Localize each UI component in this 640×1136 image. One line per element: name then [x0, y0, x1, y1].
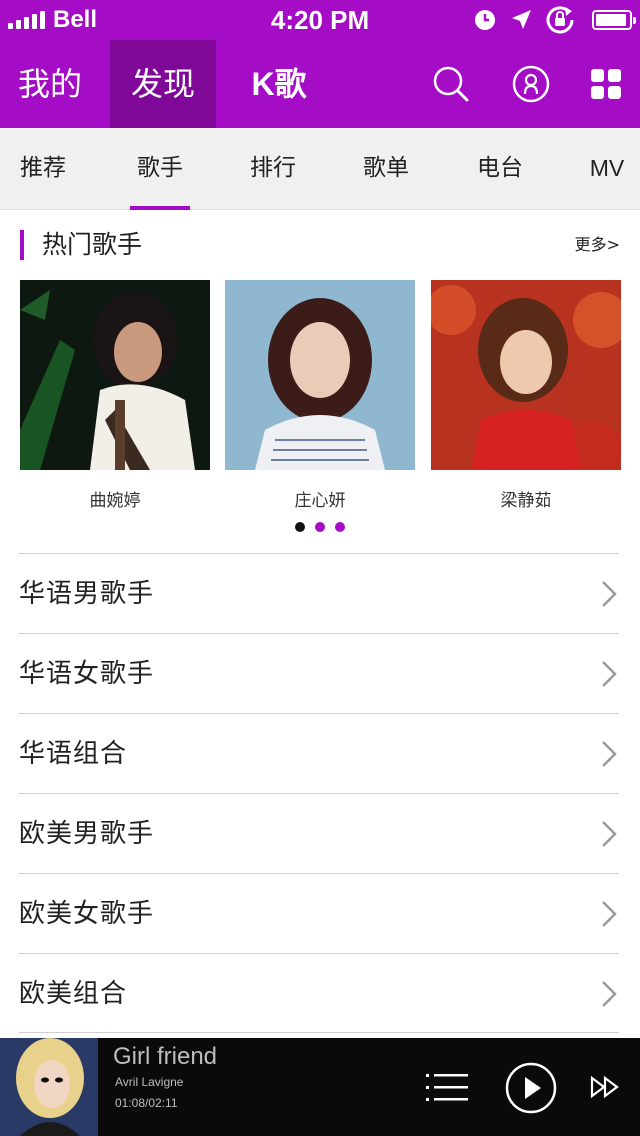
carousel-dot[interactable]: [295, 522, 305, 532]
song-title: Girl friend: [113, 1043, 218, 1070]
artist-name: 梁静茹: [500, 491, 552, 511]
list-item[interactable]: 华语组合: [19, 713, 619, 793]
chevron-right-icon: [602, 581, 617, 607]
tab-singers-label: 歌手: [137, 155, 183, 181]
rotation-lock-icon: [546, 6, 574, 34]
search-icon[interactable]: [431, 64, 471, 104]
mini-player[interactable]: Girl friend Avril Lavigne 01:08/02:11: [0, 1038, 640, 1136]
location-arrow-icon: [512, 10, 531, 29]
tab-mv[interactable]: MV: [586, 128, 628, 210]
tab-radio[interactable]: 电台: [475, 128, 525, 210]
list-item[interactable]: 欧美男歌手: [19, 793, 619, 873]
list-item-label: 欧美组合: [19, 979, 128, 1009]
chevron-right-icon: [602, 901, 617, 927]
list-item[interactable]: 欧美组合: [19, 953, 619, 1033]
artist-photo: [20, 280, 210, 470]
battery-icon: [592, 10, 636, 30]
tab-singers[interactable]: 歌手: [130, 128, 190, 210]
chevron-right-icon: [602, 821, 617, 847]
chevron-right-icon: [602, 741, 617, 767]
tab-recommend[interactable]: 推荐: [18, 128, 68, 210]
list-item-label: 欧美男歌手: [19, 819, 155, 849]
song-artist: Avril Lavigne: [115, 1075, 184, 1089]
tab-charts[interactable]: 排行: [248, 128, 298, 210]
list-item-label: 欧美女歌手: [19, 899, 155, 929]
play-icon[interactable]: [505, 1062, 557, 1114]
artist-name: 曲婉婷: [89, 491, 141, 511]
section-title: 热门歌手: [42, 230, 143, 259]
list-item-label: 华语组合: [19, 739, 128, 769]
next-icon[interactable]: [590, 1076, 622, 1098]
profile-icon[interactable]: [511, 64, 551, 104]
tab-discover[interactable]: 发现: [110, 40, 216, 128]
artist-photo: [431, 280, 621, 470]
artist-photo: [225, 280, 415, 470]
chevron-right-icon: [602, 661, 617, 687]
playback-time: 01:08/02:11: [115, 1096, 178, 1110]
more-link[interactable]: 更多>: [575, 228, 620, 262]
tab-playlists[interactable]: 歌单: [361, 128, 411, 210]
grid-menu-icon[interactable]: [586, 64, 626, 104]
active-tab-underline: [130, 206, 190, 210]
list-item-label: 华语女歌手: [19, 659, 155, 689]
status-bar: Bell 4:20 PM: [0, 0, 640, 40]
list-item[interactable]: 华语男歌手: [19, 553, 619, 633]
singer-category-list: 华语男歌手 华语女歌手 华语组合 欧美男歌手 欧美女歌手 欧美组合: [19, 553, 619, 1033]
clock-icon: [475, 10, 495, 30]
playlist-icon[interactable]: [426, 1073, 470, 1103]
chevron-right-icon: [602, 981, 617, 1007]
list-item-label: 华语男歌手: [19, 579, 155, 609]
section-accent-bar: [20, 230, 24, 260]
album-cover[interactable]: [0, 1038, 98, 1136]
list-item[interactable]: 欧美女歌手: [19, 873, 619, 953]
hot-singers-header: 热门歌手 更多>: [20, 228, 620, 262]
category-tabs: 推荐 歌手 排行 歌单 电台 MV: [0, 128, 640, 210]
list-item[interactable]: 华语女歌手: [19, 633, 619, 713]
artist-card[interactable]: 庄心妍: [225, 280, 415, 511]
carousel-dot[interactable]: [315, 522, 325, 532]
tab-karaoke[interactable]: K歌: [236, 40, 322, 128]
artist-card[interactable]: 梁静茹: [431, 280, 621, 511]
tab-mine[interactable]: 我的: [8, 40, 92, 128]
app-header: 我的 发现 K歌: [0, 40, 640, 128]
artist-card[interactable]: 曲婉婷: [20, 280, 210, 511]
carousel-dots[interactable]: [0, 522, 640, 532]
carousel-dot[interactable]: [335, 522, 345, 532]
artist-name: 庄心妍: [294, 491, 346, 511]
